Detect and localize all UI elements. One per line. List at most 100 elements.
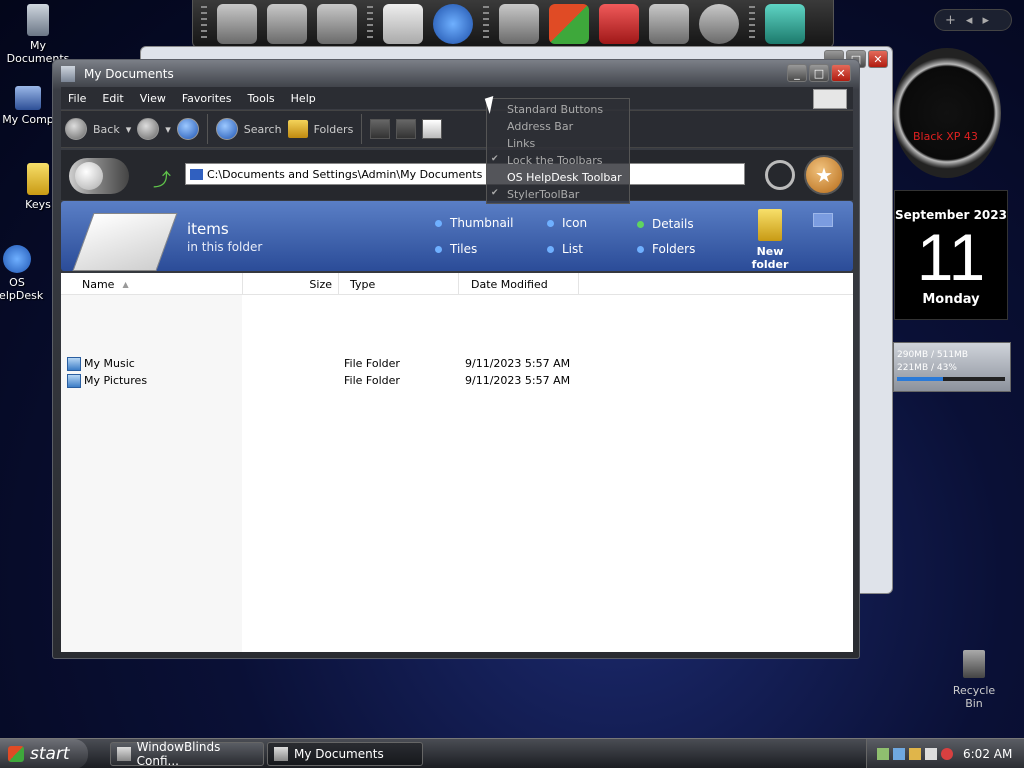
security-icon[interactable] xyxy=(941,748,953,760)
magnifier-icon[interactable] xyxy=(765,160,795,190)
desktop-icon-my-documents[interactable]: My Documents xyxy=(0,4,78,65)
minimize-button[interactable]: _ xyxy=(787,64,807,82)
menu-favorites[interactable]: Favorites xyxy=(182,92,232,105)
bullet-icon xyxy=(637,245,644,253)
close-button[interactable]: ✕ xyxy=(831,64,851,82)
next-icon[interactable]: ▸ xyxy=(982,13,989,28)
menu-item-standard-buttons[interactable]: Standard Buttons xyxy=(507,101,603,118)
title-bar[interactable]: My Documents _ □ ✕ xyxy=(53,60,859,88)
task-my-documents[interactable]: My Documents xyxy=(267,742,423,766)
menu-edit[interactable]: Edit xyxy=(102,92,123,105)
back-label: Back xyxy=(93,122,120,136)
maximize-button[interactable]: □ xyxy=(809,64,829,82)
tray-app-icon[interactable] xyxy=(877,748,889,760)
taskbar: start WindowBlinds Confi... My Documents… xyxy=(0,738,1024,768)
power-icon[interactable] xyxy=(699,3,739,44)
table-row[interactable]: My Music File Folder 9/11/2023 5:57 AM xyxy=(61,355,853,372)
toolbar-divider xyxy=(206,114,208,144)
folder-icon xyxy=(287,120,308,138)
view-thumbnail[interactable]: Thumbnail xyxy=(435,216,513,230)
task-label: WindowBlinds Confi... xyxy=(136,740,221,768)
plus-icon[interactable]: + xyxy=(945,13,956,28)
preview-icon[interactable] xyxy=(396,119,417,139)
start-label: start xyxy=(30,744,70,764)
documents-icon xyxy=(274,747,288,761)
back-button[interactable]: Back ▾ xyxy=(65,118,131,140)
view-label: Tiles xyxy=(450,242,478,256)
column-size[interactable]: Size xyxy=(243,273,339,295)
start-button[interactable]: start xyxy=(0,739,88,768)
menu-file[interactable]: File xyxy=(68,92,86,105)
windowblinds-icon xyxy=(117,747,131,761)
menu-item-styler-toolbar[interactable]: StylerToolBar xyxy=(507,186,579,203)
chevron-down-icon[interactable]: ▾ xyxy=(165,123,171,136)
column-name[interactable]: Name ▲ xyxy=(61,273,243,295)
tray-app-icon[interactable] xyxy=(925,748,937,760)
settings-icon[interactable] xyxy=(649,3,689,44)
up-folder-button[interactable] xyxy=(176,118,199,140)
notes-icon[interactable] xyxy=(267,3,307,44)
column-type[interactable]: Type xyxy=(339,273,459,295)
menu-item-links[interactable]: Links xyxy=(507,135,535,152)
refresh-icon[interactable]: ⤴ xyxy=(153,166,171,192)
menu-view[interactable]: View xyxy=(140,92,166,105)
menu-item-os-helpdesk-toolbar[interactable]: OS HelpDesk Toolbar xyxy=(507,169,622,186)
desktop-icon-os-helpdesk[interactable]: OS HelpDesk xyxy=(0,245,46,302)
network-icon[interactable] xyxy=(893,748,905,760)
recycle-bin-icon xyxy=(963,650,985,678)
windows-flag-icon xyxy=(8,746,24,762)
window-controls: _ □ ✕ xyxy=(787,64,851,82)
menu-item-lock-toolbars[interactable]: Lock the Toolbars xyxy=(507,152,602,169)
desktop-icon-label: My Comp xyxy=(2,113,54,126)
chevron-down-icon[interactable]: ▾ xyxy=(126,123,132,136)
new-folder-button[interactable]: New folder xyxy=(737,209,803,271)
bullet-icon xyxy=(547,245,554,253)
dock-separator xyxy=(201,5,207,42)
menu-item-address-bar[interactable]: Address Bar xyxy=(507,118,573,135)
photo-icon[interactable] xyxy=(217,3,257,44)
save-icon[interactable] xyxy=(370,119,391,139)
windows-flag-icon[interactable] xyxy=(549,3,589,44)
recycle-icon[interactable] xyxy=(765,3,805,44)
column-size-label: Size xyxy=(309,277,332,291)
row-name-text: My Pictures xyxy=(84,374,148,387)
view-label: Icon xyxy=(562,216,588,230)
column-type-label: Type xyxy=(350,277,376,291)
calendar-day: 11 xyxy=(916,220,986,294)
calendar-icon[interactable] xyxy=(422,119,443,139)
view-details[interactable]: Details xyxy=(637,217,694,231)
folders-button[interactable]: Folders xyxy=(287,120,353,138)
forward-button[interactable]: ▾ xyxy=(137,118,171,140)
scissors-icon[interactable] xyxy=(499,3,539,44)
search-button[interactable]: Search xyxy=(215,118,282,140)
calculator-icon[interactable] xyxy=(383,3,423,44)
task-windowblinds[interactable]: WindowBlinds Confi... xyxy=(110,740,264,768)
mini-toolbar: + ◂ ▸ xyxy=(934,9,1012,31)
menu-item-label: OS HelpDesk Toolbar xyxy=(507,171,622,184)
memory-line-1: 290MB / 511MB xyxy=(897,350,968,360)
view-icon[interactable]: Icon xyxy=(547,216,587,230)
storage-icon[interactable] xyxy=(317,3,357,44)
view-folders[interactable]: Folders xyxy=(637,242,695,256)
media-player-icon[interactable] xyxy=(433,3,473,44)
column-name-label: Name xyxy=(82,277,115,291)
menu-help[interactable]: Help xyxy=(291,92,316,105)
favorites-star-button[interactable]: ★ xyxy=(804,155,844,195)
left-pane xyxy=(61,295,242,652)
view-tiles[interactable]: Tiles xyxy=(435,242,477,256)
column-modified[interactable]: Date Modified xyxy=(459,273,579,295)
view-label: Folders xyxy=(652,242,696,256)
info-icon[interactable] xyxy=(813,213,833,227)
back-nav-button[interactable] xyxy=(69,158,129,194)
in-folder-label: in this folder xyxy=(187,240,263,254)
clock-widget xyxy=(893,48,1001,178)
prev-icon[interactable]: ◂ xyxy=(966,13,973,28)
close-button[interactable]: ✕ xyxy=(868,50,888,68)
menu-tools[interactable]: Tools xyxy=(248,92,275,105)
recycle-bin[interactable]: Recycle Bin xyxy=(944,650,1004,710)
blocks-icon[interactable] xyxy=(599,3,639,44)
tray-app-icon[interactable] xyxy=(909,748,921,760)
table-row[interactable]: My Pictures File Folder 9/11/2023 5:57 A… xyxy=(61,372,853,389)
view-list[interactable]: List xyxy=(547,242,583,256)
address-field[interactable]: C:\Documents and Settings\Admin\My Docum… xyxy=(185,163,745,185)
